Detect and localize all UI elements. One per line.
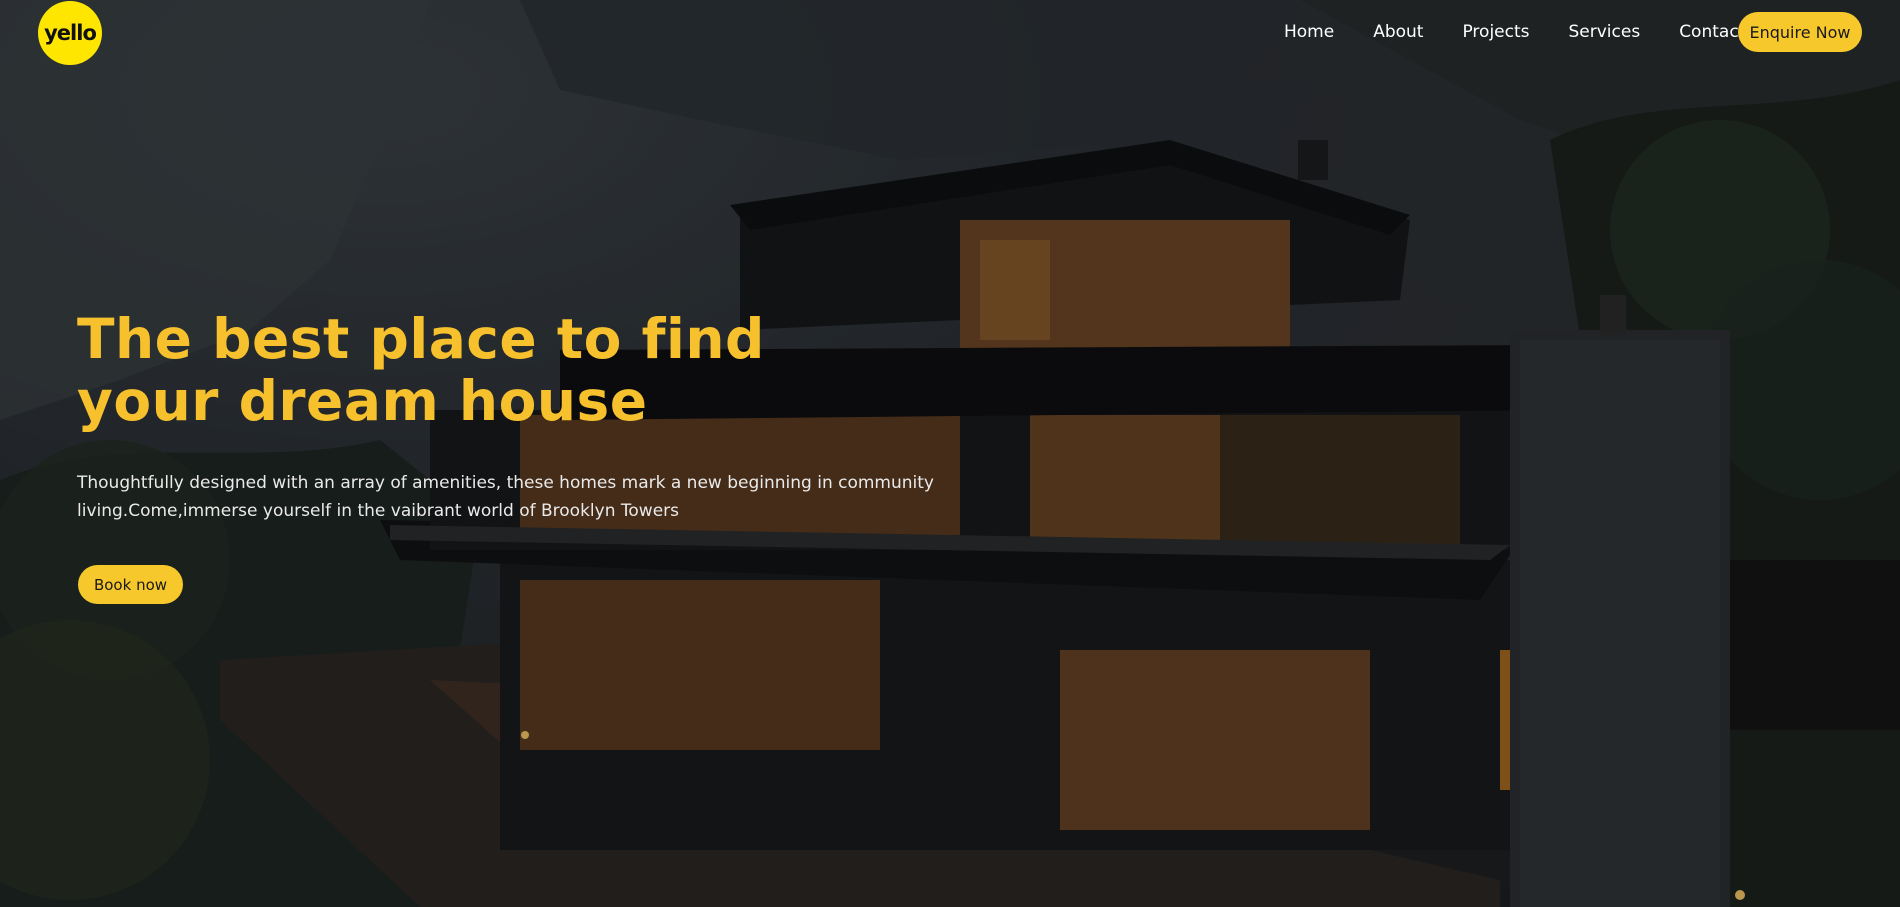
nav-about-link[interactable]: About [1373,22,1423,42]
book-now-button[interactable]: Book now [78,565,183,604]
hero-headline: The best place to find your dream house [77,307,765,433]
main-nav: Home About Projects Services Contact [1284,22,1784,42]
nav-services-link[interactable]: Services [1569,22,1641,42]
hero-section: yello Home About Projects Services Conta… [0,0,1900,907]
nav-projects-link[interactable]: Projects [1462,22,1529,42]
logo-text: yello [44,21,97,45]
hero-description: Thoughtfully designed with an array of a… [77,473,934,521]
enquire-now-button[interactable]: Enquire Now [1738,12,1862,52]
nav-home-link[interactable]: Home [1284,22,1334,42]
nav-contact-link[interactable]: Contact [1679,22,1745,42]
hero-overlay [0,0,1900,907]
brand-logo[interactable]: yello [38,1,102,65]
